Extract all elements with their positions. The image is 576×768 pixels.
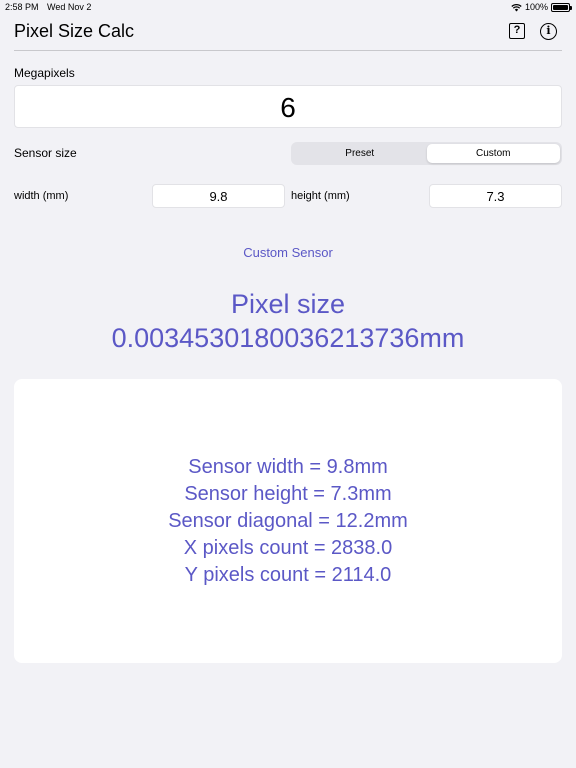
sensor-size-label: Sensor size (14, 146, 77, 160)
segment-preset[interactable]: Preset (293, 144, 427, 163)
status-indicators: 100% (511, 0, 572, 14)
battery-icon (551, 2, 572, 12)
result-value: 0.003453018003621373​6mm (111, 323, 465, 353)
detail-sensor-height: Sensor height = 7.3mm (184, 483, 392, 505)
info-icon[interactable]: i (540, 23, 557, 40)
details-card: Sensor width = 9.8mm Sensor height = 7.3… (14, 379, 562, 663)
battery-percent: 100% (524, 2, 548, 12)
status-date: Wed Nov 2 (47, 2, 92, 12)
detail-sensor-width: Sensor width = 9.8mm (188, 456, 388, 478)
details-list: Sensor width = 9.8mm Sensor height = 7.3… (14, 454, 562, 589)
result-title: Pixel size (230, 289, 346, 319)
megapixels-label: Megapixels (14, 66, 75, 80)
wifi-icon (511, 3, 522, 11)
sensor-size-segmented-control: Preset Custom (291, 142, 562, 165)
custom-sensor-button[interactable]: Custom Sensor (0, 245, 576, 260)
width-input[interactable]: 9.8 (152, 184, 285, 208)
status-time: 2:58 PM (5, 2, 39, 12)
page-title: Pixel Size Calc (14, 21, 135, 41)
megapixels-input[interactable]: 6 (14, 85, 562, 128)
status-bar: 2:58 PM Wed Nov 2 100% (0, 0, 576, 14)
height-input[interactable]: 7.3 (429, 184, 562, 208)
width-label: width (mm) (14, 190, 69, 202)
help-icon[interactable]: ? (509, 23, 525, 39)
navigation-bar: Pixel Size Calc ? i (0, 14, 576, 50)
detail-sensor-diagonal: Sensor diagonal = 12.2mm (168, 510, 408, 532)
detail-x-pixels: X pixels count = 2838.0 (183, 537, 393, 559)
detail-y-pixels: Y pixels count = 2114.0 (184, 564, 392, 586)
height-label: height (mm) (291, 190, 350, 202)
segment-custom[interactable]: Custom (426, 144, 560, 163)
nav-divider (14, 50, 562, 51)
